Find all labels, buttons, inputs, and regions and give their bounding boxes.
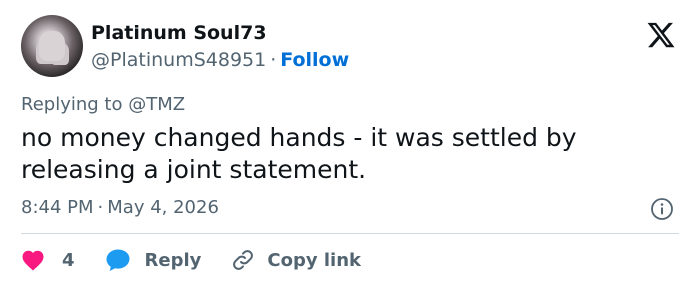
replying-to-mention[interactable]: @TMZ: [128, 94, 185, 115]
author-avatar[interactable]: [21, 15, 83, 77]
follow-button[interactable]: Follow: [280, 49, 349, 71]
tweet-text: no money changed hands - it was settled …: [21, 123, 577, 184]
link-icon: [233, 250, 254, 270]
avatar-image: [39, 31, 65, 61]
author-handle[interactable]: @PlatinumS48951: [91, 49, 266, 71]
tweet-time: 8:44 PM: [21, 197, 94, 218]
action-bar: 4 Reply Copy link: [21, 248, 361, 272]
copy-link-label: Copy link: [267, 249, 361, 271]
author-display-name[interactable]: Platinum Soul73: [91, 22, 267, 44]
heart-icon: [22, 250, 44, 271]
author-handle-row: @PlatinumS48951 · Follow: [91, 49, 349, 71]
reply-bubble-icon: [106, 249, 130, 271]
divider: [21, 233, 679, 234]
like-count: 4: [62, 249, 75, 271]
reply-button[interactable]: Reply: [105, 248, 232, 272]
info-icon[interactable]: [650, 197, 674, 221]
replying-prefix: Replying to: [21, 94, 123, 115]
timestamp-separator: ·: [97, 197, 104, 218]
like-button[interactable]: 4: [21, 249, 105, 271]
replying-to-line: Replying to @TMZ: [21, 94, 185, 115]
copy-link-button[interactable]: Copy link: [231, 248, 361, 272]
handle-separator: ·: [270, 49, 277, 71]
x-logo-icon[interactable]: [645, 20, 677, 50]
timestamp[interactable]: 8:44 PM · May 4, 2026: [21, 197, 219, 218]
tweet-date: May 4, 2026: [107, 197, 219, 218]
reply-label: Reply: [144, 249, 202, 271]
